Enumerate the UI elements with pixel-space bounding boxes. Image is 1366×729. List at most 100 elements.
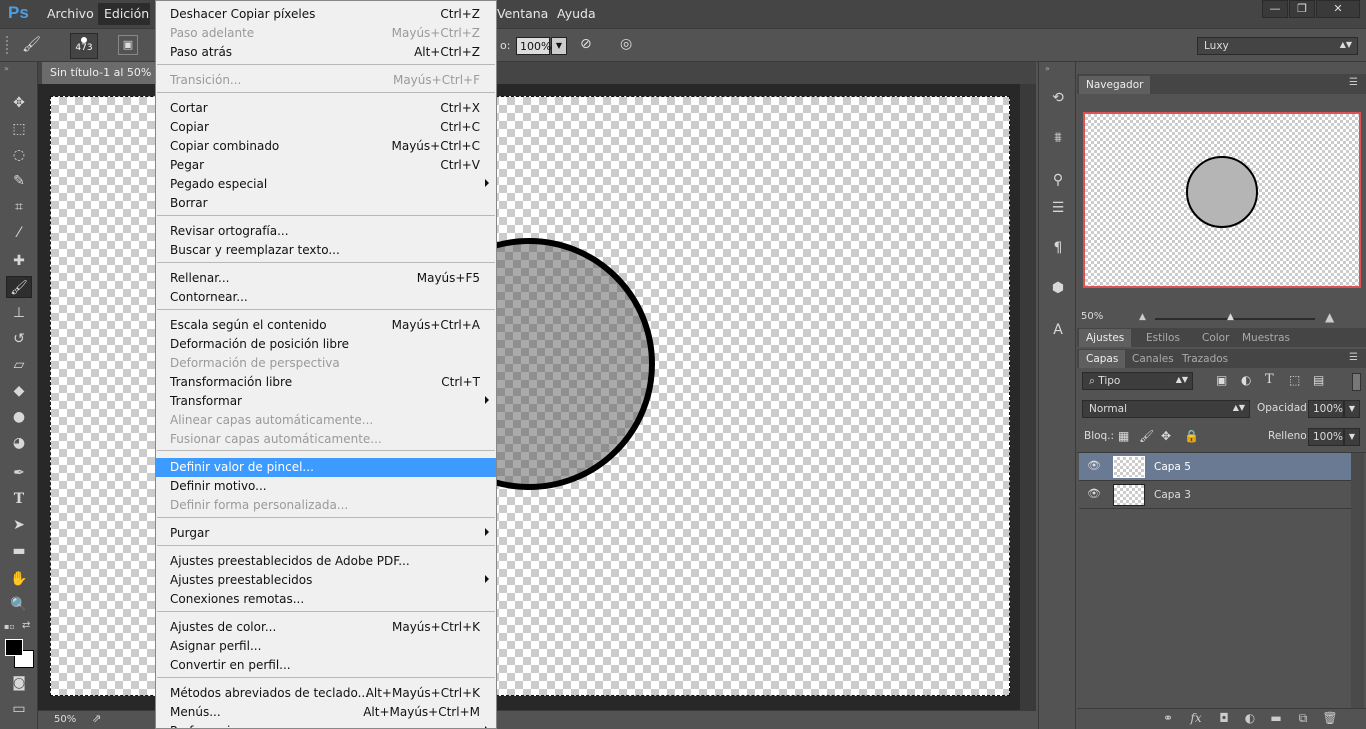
layer-fill-input[interactable]: 100%: [1308, 428, 1344, 446]
tab-canales[interactable]: Canales: [1125, 350, 1181, 368]
blur-tool-icon[interactable]: ●: [6, 406, 32, 428]
filter-pixel-icon[interactable]: ▣: [1216, 373, 1227, 387]
panel-menu-icon[interactable]: ☰: [1349, 352, 1358, 363]
link-layers-icon[interactable]: ⚭: [1160, 711, 1176, 727]
lasso-tool-icon[interactable]: ◌: [6, 144, 32, 166]
menu-ventana[interactable]: Ventana: [497, 6, 548, 21]
lock-brush-icon[interactable]: 🖌: [1139, 429, 1154, 443]
3d-icon[interactable]: ⬢: [1048, 278, 1068, 298]
collapse-icon[interactable]: »: [1045, 64, 1050, 73]
tab-ajustes[interactable]: Ajustes: [1079, 329, 1132, 347]
menu-item[interactable]: Convertir en perfil...: [156, 656, 496, 675]
type-tool-icon[interactable]: T: [6, 488, 32, 510]
path-select-tool-icon[interactable]: ➤: [6, 514, 32, 536]
new-layer-icon[interactable]: ⧉: [1295, 711, 1311, 727]
lock-all-icon[interactable]: 🔒: [1184, 429, 1199, 443]
lock-transparent-icon[interactable]: ▦: [1118, 429, 1129, 443]
navigator-zoom[interactable]: 50%: [1081, 311, 1103, 322]
menu-item[interactable]: Rellenar... Mayús+F5: [156, 269, 496, 288]
screen-mode-icon[interactable]: ▭: [6, 698, 32, 720]
tab-capas[interactable]: Capas: [1079, 350, 1126, 368]
lock-position-icon[interactable]: ✥: [1161, 429, 1171, 443]
tab-estilos[interactable]: Estilos: [1139, 329, 1187, 347]
menu-item[interactable]: Definir motivo...: [156, 477, 496, 496]
fx-icon[interactable]: fx: [1188, 711, 1204, 727]
menu-item[interactable]: Copiar combinado Mayús+Ctrl+C: [156, 137, 496, 156]
bucket-tool-icon[interactable]: ◆: [6, 380, 32, 402]
layer-filter-select[interactable]: ⌕ Tipo ▲▼: [1082, 372, 1193, 390]
character-icon[interactable]: A: [1048, 320, 1068, 340]
history-panel-icon[interactable]: ⟲: [1048, 88, 1068, 108]
menu-item[interactable]: Ajustes preestablecidos: [156, 571, 496, 590]
trash-icon[interactable]: 🗑: [1322, 711, 1338, 727]
swap-colors-icon[interactable]: ⇄: [22, 620, 30, 631]
blend-mode-select[interactable]: Normal ▲▼: [1082, 400, 1250, 418]
brush-panel-icon[interactable]: ▣: [118, 35, 138, 55]
menu-item[interactable]: Escala según el contenido Mayús+Ctrl+A: [156, 316, 496, 335]
filter-adjustment-icon[interactable]: ◐: [1241, 373, 1251, 387]
marquee-tool-icon[interactable]: ⬚: [6, 118, 32, 140]
navigator-preview[interactable]: [1083, 112, 1361, 288]
collapse-icon[interactable]: »: [4, 64, 9, 73]
document-tab[interactable]: Sin título-1 al 50% (C: [42, 62, 157, 84]
eye-icon[interactable]: 👁: [1087, 487, 1101, 501]
zoom-in-icon[interactable]: ▲: [1325, 310, 1334, 324]
workspace-select[interactable]: Luxy ▲▼: [1197, 37, 1358, 55]
chevron-down-icon[interactable]: ▼: [1344, 400, 1360, 418]
vertical-scrollbar[interactable]: [1020, 84, 1036, 710]
menu-ayuda[interactable]: Ayuda: [557, 6, 596, 21]
quick-select-tool-icon[interactable]: ✎: [6, 170, 32, 192]
menu-item[interactable]: Métodos abreviados de teclado... Alt+Mayú…: [156, 684, 496, 703]
menu-edicion[interactable]: Edición: [98, 3, 150, 25]
zoom-slider-thumb[interactable]: ▲: [1227, 312, 1234, 322]
crop-tool-icon[interactable]: ⌗: [6, 196, 32, 218]
menu-item[interactable]: Transformar: [156, 392, 496, 411]
menu-item[interactable]: Paso atrás Alt+Ctrl+Z: [156, 43, 496, 62]
menu-item[interactable]: Menús... Alt+Mayús+Ctrl+M: [156, 703, 496, 722]
menu-item[interactable]: Transformación libre Ctrl+T: [156, 373, 496, 392]
menu-item[interactable]: Conexiones remotas...: [156, 590, 496, 609]
layers-scrollbar[interactable]: [1351, 453, 1364, 708]
opacity-input[interactable]: 100%: [516, 37, 551, 55]
pressure-opacity-icon[interactable]: ⊘: [580, 36, 600, 56]
filter-smart-object-icon[interactable]: ▤: [1313, 373, 1324, 387]
menu-item[interactable]: Pegar Ctrl+V: [156, 156, 496, 175]
restore-button[interactable]: ❐: [1289, 0, 1315, 18]
layer-row-capa-3[interactable]: 👁 Capa 3: [1079, 481, 1351, 509]
zoom-out-icon[interactable]: ▲: [1139, 312, 1146, 322]
share-icon[interactable]: ⇗: [92, 712, 101, 725]
tab-trazados[interactable]: Trazados: [1175, 350, 1235, 368]
filter-toggle[interactable]: [1352, 373, 1361, 391]
adjustment-layer-icon[interactable]: ◐: [1242, 711, 1258, 727]
menu-item[interactable]: Borrar: [156, 194, 496, 213]
eraser-tool-icon[interactable]: ▱: [6, 354, 32, 376]
menu-item[interactable]: Definir valor de pincel...: [156, 458, 496, 477]
opacity-dropdown-icon[interactable]: ▼: [551, 37, 567, 55]
zoom-slider[interactable]: [1155, 318, 1315, 320]
menu-item[interactable]: Deshacer Copiar píxeles Ctrl+Z: [156, 5, 496, 24]
menu-item[interactable]: Purgar: [156, 524, 496, 543]
rectangle-tool-icon[interactable]: ▬: [6, 540, 32, 562]
dodge-tool-icon[interactable]: ◕: [6, 432, 32, 454]
menu-item[interactable]: Copiar Ctrl+C: [156, 118, 496, 137]
layer-name[interactable]: Capa 3: [1154, 489, 1191, 501]
brush-tool-icon[interactable]: 🖌: [6, 276, 32, 298]
close-window-button[interactable]: ✕: [1316, 0, 1360, 18]
layer-name[interactable]: Capa 5: [1154, 461, 1191, 473]
menu-item[interactable]: Contornear...: [156, 288, 496, 307]
layer-opacity-input[interactable]: 100%: [1308, 400, 1344, 418]
paragraph-icon[interactable]: ¶: [1048, 238, 1068, 258]
menu-item[interactable]: Cortar Ctrl+X: [156, 99, 496, 118]
pressure-size-icon[interactable]: ◎: [620, 36, 640, 56]
layer-row-capa-5[interactable]: 👁 Capa 5: [1079, 453, 1351, 481]
panel-menu-icon[interactable]: ☰: [1349, 77, 1358, 88]
menu-item[interactable]: Buscar y reemplazar texto...: [156, 241, 496, 260]
tab-navegador[interactable]: Navegador: [1079, 76, 1151, 94]
menu-item[interactable]: Asignar perfil...: [156, 637, 496, 656]
add-mask-icon[interactable]: ◘: [1216, 711, 1232, 727]
eye-icon[interactable]: 👁: [1087, 459, 1101, 473]
menu-archivo[interactable]: Archivo: [47, 6, 94, 21]
eyedropper-tool-icon[interactable]: ⁄: [6, 222, 32, 244]
healing-tool-icon[interactable]: ✚: [6, 250, 32, 272]
zoom-tool-icon[interactable]: 🔍: [6, 594, 32, 616]
